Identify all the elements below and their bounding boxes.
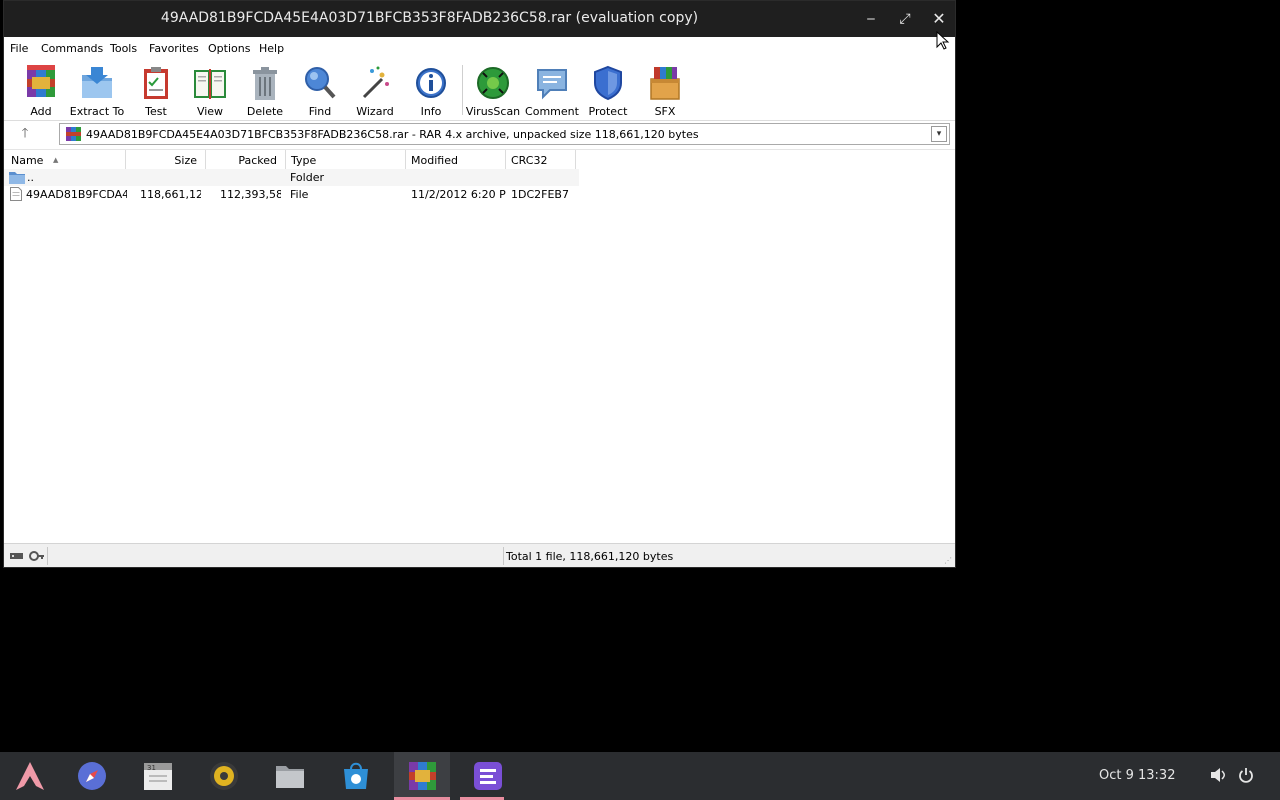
info-icon <box>416 68 446 98</box>
drive-key-icon[interactable] <box>9 548 45 564</box>
resize-grip-icon[interactable]: ⋰ <box>944 556 952 565</box>
menu-bar: File Commands Tools Favorites Options He… <box>4 37 955 59</box>
calendar-icon[interactable]: 31 <box>142 760 174 792</box>
rar-archive-icon <box>66 127 81 141</box>
menu-commands[interactable]: Commands <box>41 42 103 55</box>
software-store-icon[interactable] <box>340 760 372 792</box>
volume-icon[interactable] <box>1210 767 1226 783</box>
find-button[interactable]: Find <box>292 63 348 118</box>
add-archive-icon <box>27 65 55 97</box>
file-list: Name ▲ Size Packed Type Modified CRC32 .… <box>4 149 955 540</box>
comment-icon <box>537 69 567 100</box>
find-label: Find <box>308 105 332 118</box>
view-book-icon <box>194 69 226 99</box>
status-divider <box>47 547 48 565</box>
power-icon[interactable] <box>1238 767 1254 783</box>
info-button[interactable]: Info <box>403 63 459 118</box>
virus-scan-icon <box>477 67 509 99</box>
maximize-button[interactable]: ⤢ <box>893 7 917 31</box>
menu-file[interactable]: File <box>10 42 28 55</box>
column-header-crc32[interactable]: CRC32 <box>506 150 576 170</box>
status-divider <box>503 547 504 565</box>
shield-icon <box>594 65 622 101</box>
file-manager-icon[interactable] <box>274 760 306 792</box>
info-label: Info <box>420 105 442 118</box>
view-button[interactable]: View <box>182 63 238 118</box>
status-summary: Total 1 file, 118,661,120 bytes <box>506 550 674 563</box>
sfx-label: SFX <box>654 105 676 118</box>
address-text: 49AAD81B9FCDA45E4A03D71BFCB353F8FADB236C… <box>86 128 699 141</box>
menu-options[interactable]: Options <box>208 42 250 55</box>
row-crc32: 1DC2FEB7 <box>511 188 569 201</box>
mouse-cursor-icon <box>936 31 950 50</box>
test-clipboard-icon <box>144 67 168 99</box>
menu-favorites[interactable]: Favorites <box>149 42 199 55</box>
menu-tools[interactable]: Tools <box>110 42 137 55</box>
minimize-button[interactable]: ‒ <box>859 7 883 31</box>
toolbar: Add Extract To Test View Delete Find Wiz… <box>4 59 955 121</box>
view-label: View <box>196 105 224 118</box>
clock[interactable]: Oct 9 13:32 <box>1099 768 1175 783</box>
virusscan-label: VirusScan <box>465 105 521 118</box>
delete-label: Delete <box>246 105 284 118</box>
folder-icon <box>9 172 25 184</box>
column-header-modified[interactable]: Modified <box>406 150 506 170</box>
row-name: 49AAD81B9FCDA4... <box>26 188 127 201</box>
file-icon <box>10 187 22 201</box>
extract-folder-icon <box>82 67 112 98</box>
status-bar: Total 1 file, 118,661,120 bytes ⋰ <box>4 543 955 567</box>
winrar-window: 49AAD81B9FCDA45E4A03D71BFCB353F8FADB236C… <box>3 0 956 568</box>
extract-to-button[interactable]: Extract To <box>69 63 125 118</box>
column-header-packed[interactable]: Packed <box>206 150 286 170</box>
media-player-icon[interactable] <box>208 760 240 792</box>
address-dropdown-button[interactable]: ▾ <box>931 126 947 142</box>
arch-logo-icon[interactable] <box>14 760 46 792</box>
magic-wand-icon <box>362 66 389 99</box>
wizard-button[interactable]: Wizard <box>347 63 403 118</box>
toolbar-separator <box>462 65 463 115</box>
list-item-parent-folder[interactable]: .. Folder <box>4 169 579 186</box>
wizard-label: Wizard <box>356 105 394 118</box>
comment-label: Comment <box>525 105 579 118</box>
trash-icon <box>253 67 277 100</box>
column-header-size[interactable]: Size <box>126 150 206 170</box>
delete-button[interactable]: Delete <box>237 63 293 118</box>
row-packed: 112,393,585 <box>220 188 281 201</box>
column-header-type[interactable]: Type <box>286 150 406 170</box>
magnifier-icon <box>305 67 336 99</box>
row-modified: 11/2/2012 6:20 PM <box>411 188 506 201</box>
test-label: Test <box>145 105 167 118</box>
text-editor-icon[interactable] <box>472 760 504 792</box>
compass-browser-icon[interactable] <box>76 760 108 792</box>
window-title: 49AAD81B9FCDA45E4A03D71BFCB353F8FADB236C… <box>160 10 699 26</box>
row-type: File <box>290 188 309 201</box>
sfx-box-icon <box>650 67 680 100</box>
up-one-level-button[interactable]: 🡑 <box>16 125 34 143</box>
protect-button[interactable]: Protect <box>580 63 636 118</box>
add-button[interactable]: Add <box>13 63 69 118</box>
column-name-label: Name <box>11 154 44 167</box>
column-header-name[interactable]: Name ▲ <box>4 150 126 170</box>
protect-label: Protect <box>588 105 628 118</box>
extract-to-label: Extract To <box>69 105 125 118</box>
virusscan-button[interactable]: VirusScan <box>465 63 521 118</box>
winrar-icon[interactable] <box>406 760 438 792</box>
test-button[interactable]: Test <box>128 63 184 118</box>
row-size: 118,661,120 <box>140 188 201 201</box>
row-name: .. <box>27 171 34 184</box>
menu-help[interactable]: Help <box>259 42 284 55</box>
title-bar[interactable]: 49AAD81B9FCDA45E4A03D71BFCB353F8FADB236C… <box>4 1 955 37</box>
sort-ascending-icon: ▲ <box>52 156 59 164</box>
add-label: Add <box>30 105 52 118</box>
address-field[interactable]: 49AAD81B9FCDA45E4A03D71BFCB353F8FADB236C… <box>59 123 950 145</box>
close-button[interactable]: ✕ <box>927 7 951 31</box>
comment-button[interactable]: Comment <box>524 63 580 118</box>
svg-text:31: 31 <box>147 764 156 772</box>
list-item-file[interactable]: 49AAD81B9FCDA4... 118,661,120 112,393,58… <box>4 186 579 203</box>
taskbar: 31 Oct 9 13:32 <box>0 752 1280 800</box>
row-type: Folder <box>290 171 324 184</box>
sfx-button[interactable]: SFX <box>637 63 693 118</box>
address-bar: 🡑 49AAD81B9FCDA45E4A03D71BFCB353F8FADB23… <box>4 122 955 146</box>
